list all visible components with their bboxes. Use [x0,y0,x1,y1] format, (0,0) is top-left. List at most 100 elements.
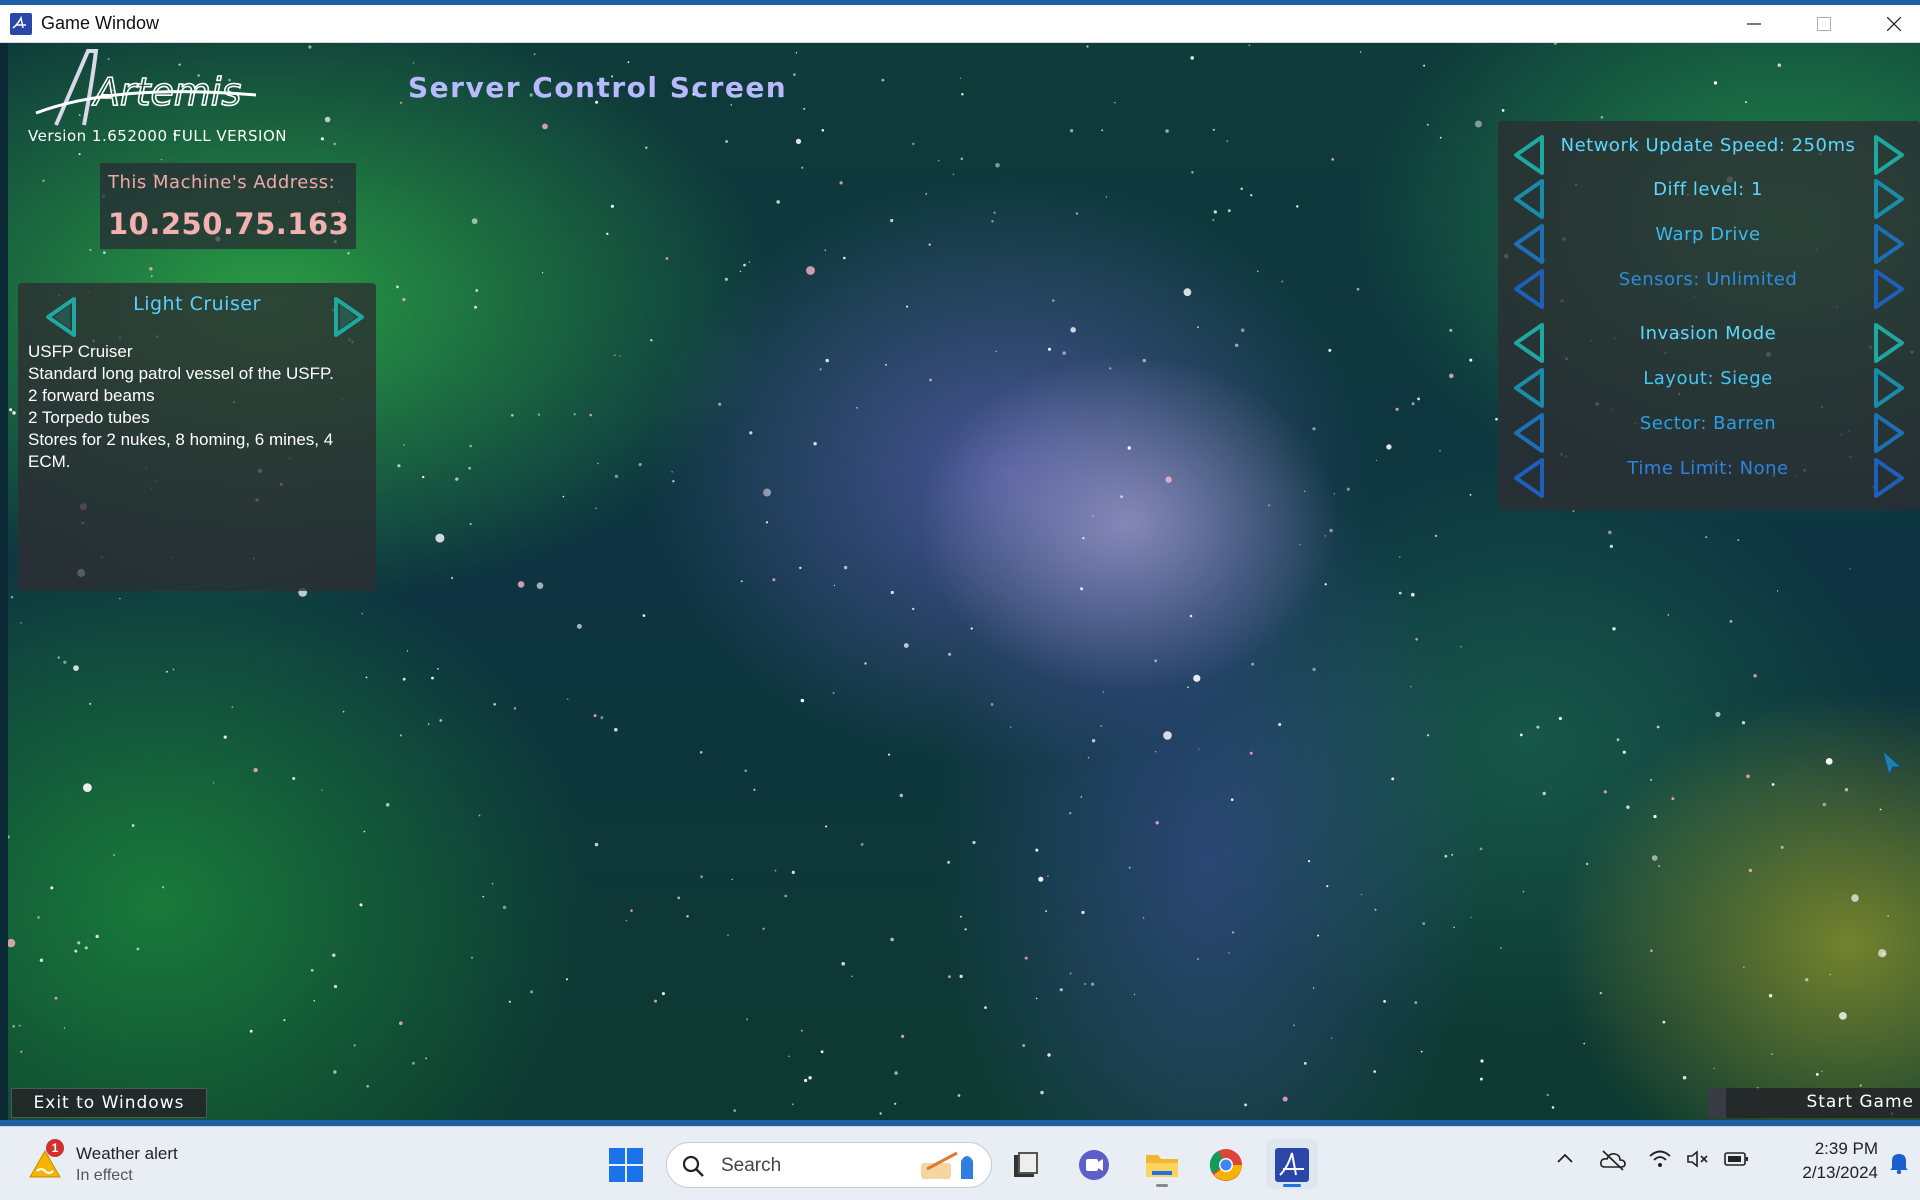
star [1583,1042,1585,1045]
artemis-logo: Artemis [35,49,257,126]
star [474,305,477,309]
star [431,676,434,680]
network-speed-prev-button[interactable] [1508,133,1548,177]
star [50,886,54,890]
star [661,992,665,996]
star [1414,1001,1418,1004]
close-button[interactable] [1859,5,1920,43]
setting-warp-drive: Warp Drive [1655,224,1761,245]
star [725,140,728,143]
file-explorer-button[interactable] [1136,1139,1188,1189]
invasion-mode-next-button[interactable] [1870,321,1910,365]
star [1047,875,1049,877]
time-limit-next-button[interactable] [1870,456,1910,500]
star [800,1029,803,1032]
notification-bell-icon[interactable] [1888,1151,1910,1175]
chrome-icon [1209,1149,1242,1181]
wifi-icon[interactable] [1648,1149,1672,1169]
artemis-taskbar-button[interactable] [1266,1139,1318,1189]
star [406,650,409,652]
layout-next-button[interactable] [1870,366,1910,410]
star [748,261,751,263]
star [1373,1070,1376,1073]
network-speed-next-button[interactable] [1870,133,1910,177]
star [249,1029,253,1033]
star [366,1085,370,1088]
star [744,769,747,772]
star [947,860,951,864]
star [1622,750,1626,754]
star [887,753,891,756]
star [776,200,780,204]
taskbar-search[interactable]: Search [666,1142,992,1188]
diff-level-next-button[interactable] [1870,177,1910,221]
task-view-button[interactable] [1000,1139,1052,1189]
star [1616,738,1620,742]
star [1069,812,1072,815]
star [1374,908,1377,911]
star [1887,915,1889,917]
battery-icon[interactable] [1724,1149,1750,1169]
star [1603,790,1607,794]
system-clock[interactable]: 2:39 PM 2/13/2024 [1760,1137,1878,1185]
sector-next-button[interactable] [1870,411,1910,455]
star [1187,686,1189,688]
ship-next-button[interactable] [330,295,370,339]
artemis-app-icon [1275,1148,1309,1182]
star [1599,992,1602,995]
ship-panel: Light Cruiser USFP Cruiser Standard long… [18,283,376,591]
invasion-mode-prev-button[interactable] [1508,321,1548,365]
star [469,522,472,526]
star [399,734,402,737]
star [843,256,846,260]
star [1612,627,1616,631]
star [1257,270,1259,272]
star [1671,797,1675,801]
star [18,1024,21,1027]
start-button[interactable] [600,1139,652,1189]
star [686,915,689,918]
star [1091,739,1096,743]
star [1045,910,1048,913]
star [1075,212,1078,215]
star [746,1018,749,1021]
star [856,407,858,409]
start-game-button[interactable]: Start Game [1708,1088,1920,1118]
star [530,990,534,994]
sensors-prev-button[interactable] [1508,267,1548,311]
star [795,138,802,144]
star [959,77,962,79]
star [765,521,769,524]
chrome-button[interactable] [1200,1139,1252,1189]
ship-desc-line: USFP Cruiser [28,342,133,361]
star [1469,494,1472,496]
star [1101,129,1104,132]
star [832,692,835,694]
chevron-up-icon[interactable] [1555,1149,1575,1169]
star [1572,510,1575,512]
volume-muted-icon[interactable] [1686,1149,1710,1169]
maximize-button[interactable] [1789,5,1859,43]
warp-drive-next-button[interactable] [1870,222,1910,266]
warp-drive-prev-button[interactable] [1508,222,1548,266]
sensors-next-button[interactable] [1870,267,1910,311]
star [851,975,853,978]
teams-chat-button[interactable] [1068,1139,1120,1189]
minimize-button[interactable] [1719,5,1789,43]
star [533,53,536,56]
onedrive-icon[interactable] [1600,1149,1626,1171]
sector-prev-button[interactable] [1508,411,1548,455]
layout-prev-button[interactable] [1508,366,1548,410]
star [517,581,525,588]
star [1090,982,1095,986]
diff-level-prev-button[interactable] [1508,177,1548,221]
star [491,882,494,885]
exit-to-windows-button[interactable]: Exit to Windows [11,1088,207,1118]
star [1844,788,1849,792]
time-limit-prev-button[interactable] [1508,456,1548,500]
star [1070,129,1074,133]
star [740,580,743,583]
star [1427,734,1430,737]
star [1586,862,1589,866]
weather-widget[interactable]: 1 Weather alert In effect [28,1139,208,1189]
